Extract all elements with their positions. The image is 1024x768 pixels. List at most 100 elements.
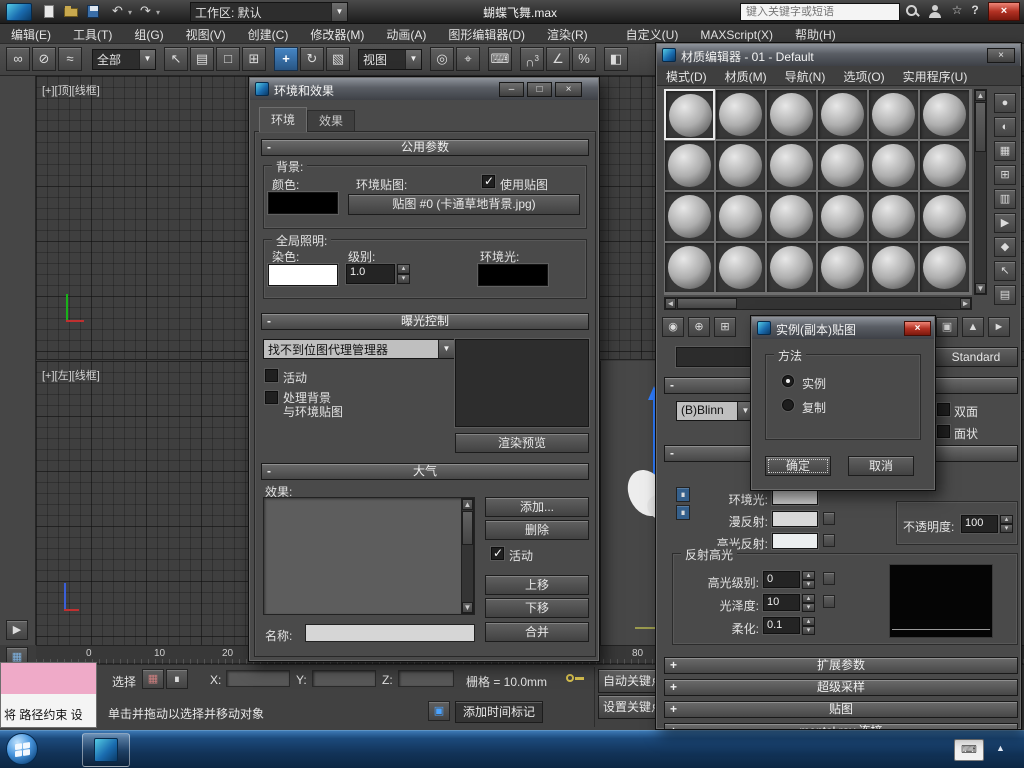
spinner-arrows[interactable]: ▴ ▾ <box>802 594 815 612</box>
background-color-swatch[interactable] <box>268 192 338 214</box>
close-button[interactable]: × <box>988 2 1020 21</box>
angle-snap-icon[interactable]: ∠ <box>546 47 570 71</box>
macro-recorder-pane[interactable] <box>1 663 96 694</box>
sample-slot[interactable] <box>868 191 919 242</box>
material-navigator-icon[interactable]: ▤ <box>994 285 1016 305</box>
make-preview-icon[interactable]: ▶ <box>994 213 1016 233</box>
instance-radio[interactable] <box>782 375 794 387</box>
menu-graph-editors[interactable]: 图形编辑器(D) <box>437 24 536 45</box>
maximize-icon[interactable]: □ <box>527 82 552 97</box>
select-and-rotate-icon[interactable]: ↻ <box>300 47 324 71</box>
menu-modifiers[interactable]: 修改器(M) <box>299 24 375 45</box>
spin-down-icon[interactable]: ▾ <box>802 580 815 589</box>
scrollbar-thumb[interactable] <box>462 511 473 545</box>
favorites-star-icon[interactable]: ☆ <box>948 3 966 21</box>
select-object-icon[interactable]: ↖ <box>164 47 188 71</box>
spinner-arrows[interactable]: ▴ ▾ <box>802 617 815 635</box>
menu-animation[interactable]: 动画(A) <box>375 24 437 45</box>
menu-navigation[interactable]: 导航(N) <box>776 66 835 87</box>
menu-options[interactable]: 选项(O) <box>834 66 893 87</box>
put-material-icon[interactable]: ⊕ <box>688 317 710 337</box>
sample-slot[interactable] <box>817 242 868 293</box>
env-dialog-titlebar[interactable]: 环境和效果 – □ × <box>250 78 598 100</box>
material-editor-titlebar[interactable]: 材质编辑器 - 01 - Default × <box>657 44 1020 66</box>
slots-vertical-scrollbar[interactable]: ▲ ▼ <box>974 89 987 295</box>
percent-snap-icon[interactable]: % <box>572 47 596 71</box>
spin-down-icon[interactable]: ▾ <box>802 626 815 635</box>
open-file-icon[interactable] <box>62 3 80 21</box>
glossiness-map-button[interactable] <box>823 595 835 608</box>
menu-create[interactable]: 创建(C) <box>237 24 300 45</box>
use-pivot-center-icon[interactable]: ◎ <box>430 47 454 71</box>
spin-up-icon[interactable]: ▴ <box>802 617 815 626</box>
select-and-scale-icon[interactable]: ▧ <box>326 47 350 71</box>
rollout-extended-parameters[interactable]: + 扩展参数 <box>664 657 1018 674</box>
save-icon[interactable] <box>84 3 102 21</box>
scroll-up-icon[interactable]: ▲ <box>975 90 986 101</box>
sample-slot[interactable] <box>817 89 868 140</box>
scroll-down-icon[interactable]: ▼ <box>462 602 473 613</box>
reference-coordinate-dropdown[interactable]: 视图 ▼ <box>358 49 422 70</box>
snap-toggle-icon[interactable]: ∩3 <box>520 47 544 71</box>
search-icon[interactable] <box>904 3 922 21</box>
slots-horizontal-scrollbar[interactable]: ◄ ► <box>664 297 972 310</box>
ime-tray-icon[interactable]: ⌨ <box>954 739 984 761</box>
effect-name-field[interactable] <box>305 624 475 642</box>
glossiness-spinner[interactable]: 10 ▴ ▾ <box>763 594 815 612</box>
use-map-checkbox[interactable] <box>482 174 495 188</box>
diffuse-color-swatch[interactable] <box>772 511 818 527</box>
show-map-in-viewport-icon[interactable]: ▣ <box>936 317 958 337</box>
rollout-common-parameters[interactable]: - 公用参数 <box>261 139 589 156</box>
select-and-manipulate-icon[interactable]: ⌖ <box>456 47 480 71</box>
menu-tools[interactable]: 工具(T) <box>62 24 123 45</box>
menu-modes[interactable]: 模式(D) <box>657 66 716 87</box>
spinner-arrows[interactable]: ▴ ▾ <box>1000 515 1013 533</box>
scroll-down-icon[interactable]: ▼ <box>975 283 986 294</box>
instance-dialog-titlebar[interactable]: 实例(副本)贴图 × <box>752 317 934 339</box>
listener-pane[interactable]: 将 路径约束 设 <box>1 694 96 727</box>
lock-icon[interactable]: ∎ <box>676 505 690 520</box>
sample-slot[interactable] <box>868 242 919 293</box>
video-color-check-icon[interactable]: ▥ <box>994 189 1016 209</box>
effects-listbox[interactable]: ▲ ▼ <box>263 497 475 615</box>
specular-level-spinner[interactable]: 0 ▴ ▾ <box>763 571 815 589</box>
sample-slot[interactable] <box>766 242 817 293</box>
viewport-left-label[interactable]: [+][左][线框] <box>42 367 100 383</box>
sample-slot[interactable] <box>766 191 817 242</box>
close-icon[interactable]: × <box>904 321 931 336</box>
sample-slot[interactable] <box>919 242 970 293</box>
diffuse-map-button[interactable] <box>823 512 835 525</box>
scroll-right-icon[interactable]: ► <box>960 298 971 309</box>
add-effect-button[interactable]: 添加... <box>485 497 589 517</box>
options-icon[interactable]: ◆ <box>994 237 1016 257</box>
menu-edit[interactable]: 编辑(E) <box>0 24 62 45</box>
effect-active-checkbox[interactable] <box>491 546 504 560</box>
select-and-move-icon[interactable]: + <box>274 47 298 71</box>
sample-slot[interactable] <box>919 89 970 140</box>
specular-color-swatch[interactable] <box>772 533 818 549</box>
sample-slot[interactable] <box>766 140 817 191</box>
cancel-button[interactable]: 取消 <box>848 456 914 476</box>
rollout-exposure-control[interactable]: - 曝光控制 <box>261 313 589 330</box>
opacity-spinner[interactable]: 100 ▴ ▾ <box>961 515 1013 533</box>
sample-slot[interactable] <box>919 191 970 242</box>
tint-color-swatch[interactable] <box>268 264 338 286</box>
tray-show-hidden-icon[interactable]: ▲ <box>996 743 1005 753</box>
rollout-supersampling[interactable]: + 超级采样 <box>664 679 1018 696</box>
selection-set-icon[interactable]: ▦ <box>142 669 164 689</box>
material-name-field[interactable] <box>676 347 752 367</box>
select-and-link-icon[interactable]: ∞ <box>6 47 30 71</box>
sample-slot[interactable] <box>766 89 817 140</box>
spinner-arrows[interactable]: ▴ ▾ <box>802 571 815 589</box>
level-spinner[interactable]: 1.0 ▴ ▾ <box>346 264 410 284</box>
workspace-dropdown[interactable]: 工作区: 默认 ▼ <box>190 2 348 22</box>
sample-slot[interactable] <box>664 191 715 242</box>
selection-lock-icon[interactable]: ∎ <box>166 669 188 689</box>
scrollbar-thumb[interactable] <box>975 102 986 152</box>
spin-up-icon[interactable]: ▴ <box>397 264 410 274</box>
selection-filter-dropdown[interactable]: 全部 ▼ <box>92 49 156 70</box>
process-background-checkbox[interactable] <box>265 391 278 404</box>
unlink-selection-icon[interactable]: ⊘ <box>32 47 56 71</box>
go-to-parent-icon[interactable]: ▲ <box>962 317 984 337</box>
minimize-icon[interactable]: – <box>499 82 524 97</box>
